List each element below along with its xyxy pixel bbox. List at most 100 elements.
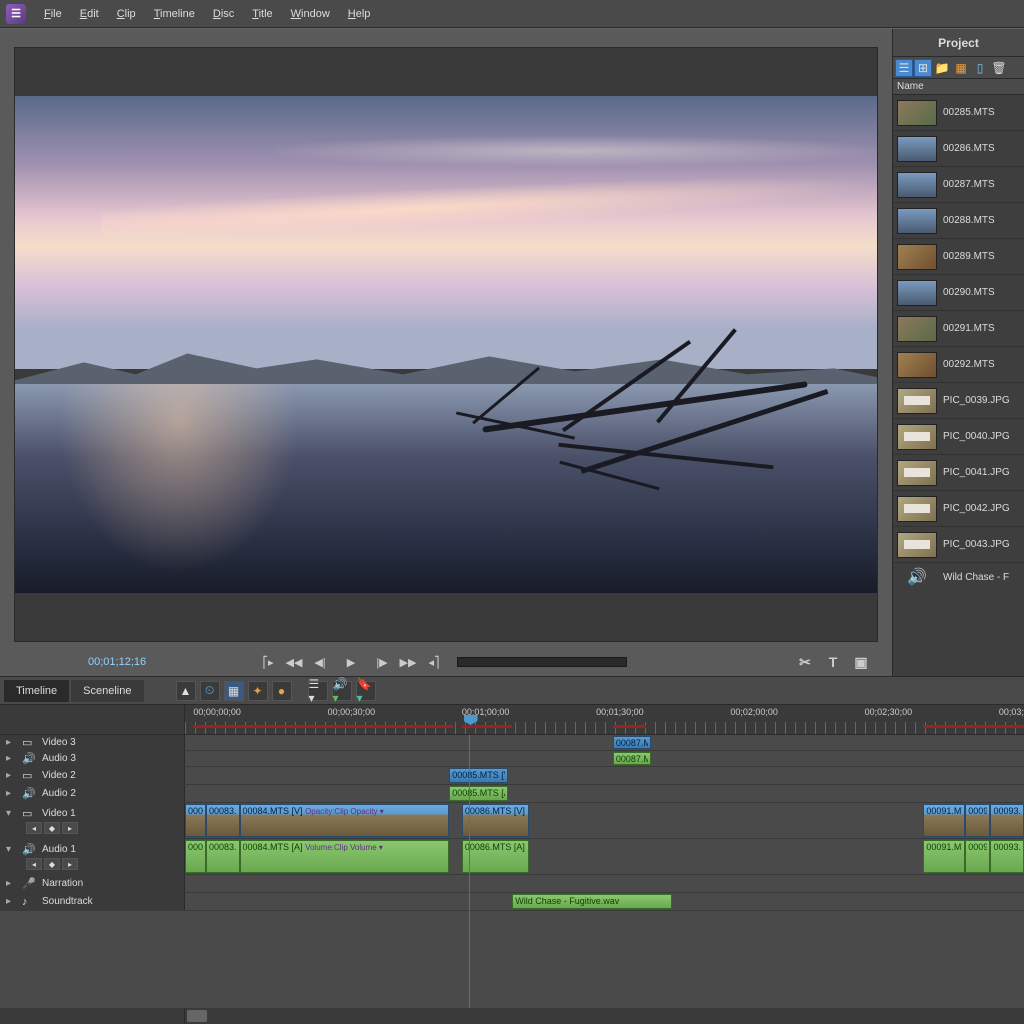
clip-audio[interactable]: 00086.MTS [A] [462, 840, 529, 873]
track-lane[interactable]: Wild Chase - Fugitive.wav [185, 893, 1024, 910]
add-text-button[interactable]: T [822, 653, 844, 671]
menu-timeline[interactable]: Timeline [146, 5, 203, 23]
asset-row[interactable]: 00289.MTS [893, 239, 1024, 275]
clip-video[interactable]: 00087.M [613, 736, 651, 749]
clip-audio[interactable]: 00092. [965, 840, 990, 873]
step-back-button[interactable]: ◀| [309, 653, 331, 671]
playhead-line[interactable] [469, 735, 470, 1008]
track-lane[interactable] [185, 875, 1024, 892]
smart-trim-tool[interactable]: ✦ [248, 681, 268, 701]
new-bin-button[interactable]: ▯ [971, 59, 989, 77]
clip-video[interactable]: 00086.MTS [V] [462, 804, 529, 837]
play-button[interactable]: ▶ [335, 653, 367, 671]
track-lane[interactable]: 00085.MTS [A [185, 785, 1024, 802]
shuttle-slider[interactable] [457, 657, 627, 667]
name-column-header[interactable]: Name [893, 79, 1024, 95]
clip-audio[interactable]: 00093.MTS [A] [990, 840, 1024, 873]
track-head-video3[interactable]: ▸▭Video 3 [0, 735, 185, 750]
next-keyframe-button[interactable]: ▸ [62, 822, 78, 834]
scrollbar-thumb[interactable] [187, 1010, 207, 1022]
zoom-tool[interactable]: ☰ ▾ [308, 681, 328, 701]
clip-audio[interactable]: 00087.M [613, 752, 651, 765]
menu-file[interactable]: File [36, 5, 70, 23]
track-lane[interactable]: 000 00083. 00084.MTS [A] Volume:Clip Vol… [185, 839, 1024, 874]
in-point-button[interactable]: ⎡▸ [257, 653, 279, 671]
delete-button[interactable]: 🗑 [990, 59, 1008, 77]
monitor-pane: 00;01;12;16 ⎡▸ ◀◀ ◀| ▶ |▶ ▶▶ ◂⎤ ✂ T ▣ [0, 29, 892, 676]
asset-thumb [897, 316, 937, 342]
rewind-button[interactable]: ◀◀ [283, 653, 305, 671]
asset-row[interactable]: 00285.MTS [893, 95, 1024, 131]
track-head-audio3[interactable]: ▸🔊Audio 3 [0, 751, 185, 766]
asset-row[interactable]: 00290.MTS [893, 275, 1024, 311]
clip-audio[interactable]: 00083. [206, 840, 240, 873]
add-keyframe-button[interactable]: ◆ [44, 858, 60, 870]
tab-timeline[interactable]: Timeline [4, 680, 69, 702]
track-lane[interactable]: 000 00083. 00084.MTS [V] Opacity:Clip Op… [185, 803, 1024, 838]
track-head-soundtrack[interactable]: ▸♪Soundtrack [0, 893, 185, 910]
split-clip-button[interactable]: ✂ [794, 653, 816, 671]
time-stretch-tool[interactable]: ⏲ [200, 681, 220, 701]
menu-edit[interactable]: Edit [72, 5, 107, 23]
asset-row[interactable]: PIC_0040.JPG [893, 419, 1024, 455]
menu-disc[interactable]: Disc [205, 5, 242, 23]
menu-help[interactable]: Help [340, 5, 379, 23]
asset-row[interactable]: PIC_0042.JPG [893, 491, 1024, 527]
prev-keyframe-button[interactable]: ◂ [26, 858, 42, 870]
out-point-button[interactable]: ◂⎤ [423, 653, 445, 671]
asset-row[interactable]: 00292.MTS [893, 347, 1024, 383]
list-view-button[interactable]: ☰ [895, 59, 913, 77]
asset-list[interactable]: 00285.MTS 00286.MTS 00287.MTS 00288.MTS … [893, 95, 1024, 676]
asset-row[interactable]: PIC_0043.JPG [893, 527, 1024, 563]
asset-row[interactable]: PIC_0039.JPG [893, 383, 1024, 419]
project-tab[interactable]: Project [893, 29, 1024, 57]
time-ruler[interactable]: 00;00;00;00 00;00;30;00 00;01;00;00 00;0… [185, 705, 1024, 734]
clip-video[interactable]: 00093.MTS [V] [990, 804, 1024, 837]
clip-video[interactable]: 00085.MTS [V [449, 768, 508, 783]
track-head-video2[interactable]: ▸▭Video 2 [0, 767, 185, 784]
clip-audio[interactable]: 00084.MTS [A] Volume:Clip Volume ▾ [240, 840, 450, 873]
new-item-button[interactable]: ▦ [952, 59, 970, 77]
add-keyframe-button[interactable]: ◆ [44, 822, 60, 834]
track-head-audio2[interactable]: ▸🔊Audio 2 [0, 785, 185, 802]
track-lane[interactable]: 00087.M [185, 751, 1024, 766]
clip-audio[interactable]: 00091.MTS [A] [923, 840, 965, 873]
clip-video[interactable]: 000 [185, 804, 206, 837]
track-head-narration[interactable]: ▸🎤Narration [0, 875, 185, 892]
asset-row[interactable]: 00287.MTS [893, 167, 1024, 203]
asset-row[interactable]: 00286.MTS [893, 131, 1024, 167]
clip-video[interactable]: 00091.MTS [ [923, 804, 965, 837]
freeze-frame-button[interactable]: ▣ [850, 653, 872, 671]
selection-tool[interactable]: ▲ [176, 681, 196, 701]
menu-clip[interactable]: Clip [109, 5, 144, 23]
menu-title[interactable]: Title [244, 5, 280, 23]
step-fwd-button[interactable]: |▶ [371, 653, 393, 671]
marker-tool[interactable]: ● [272, 681, 292, 701]
track-lane[interactable]: 00085.MTS [V [185, 767, 1024, 784]
properties-tool[interactable]: ▦ [224, 681, 244, 701]
clip-soundtrack[interactable]: Wild Chase - Fugitive.wav [512, 894, 671, 909]
clip-video[interactable]: 00092. [965, 804, 990, 837]
prev-keyframe-button[interactable]: ◂ [26, 822, 42, 834]
fast-fwd-button[interactable]: ▶▶ [397, 653, 419, 671]
clip-audio[interactable]: 000 [185, 840, 206, 873]
grid-view-button[interactable]: ⊞ [914, 59, 932, 77]
horizontal-scrollbar[interactable] [185, 1008, 1024, 1024]
clip-audio[interactable]: 00085.MTS [A [449, 786, 508, 801]
preview-monitor[interactable] [14, 47, 878, 642]
clip-video[interactable]: 00084.MTS [V] Opacity:Clip Opacity ▾ [240, 804, 450, 837]
track-head-audio1[interactable]: ▾🔊Audio 1 ◂◆▸ [0, 839, 185, 874]
clip-video[interactable]: 00083. [206, 804, 240, 837]
next-keyframe-button[interactable]: ▸ [62, 858, 78, 870]
track-head-video1[interactable]: ▾▭Video 1 ◂◆▸ [0, 803, 185, 838]
asset-row[interactable]: PIC_0041.JPG [893, 455, 1024, 491]
asset-row[interactable]: 00291.MTS [893, 311, 1024, 347]
audio-tool[interactable]: 🔊 ▾ [332, 681, 352, 701]
track-lane[interactable]: 00087.M [185, 735, 1024, 750]
asset-row[interactable]: 00288.MTS [893, 203, 1024, 239]
snap-tool[interactable]: 🔖 ▾ [356, 681, 376, 701]
asset-row-audio[interactable]: 🔊Wild Chase - F [893, 563, 1024, 591]
tab-sceneline[interactable]: Sceneline [71, 680, 143, 702]
new-folder-button[interactable]: 📁 [933, 59, 951, 77]
menu-window[interactable]: Window [283, 5, 338, 23]
